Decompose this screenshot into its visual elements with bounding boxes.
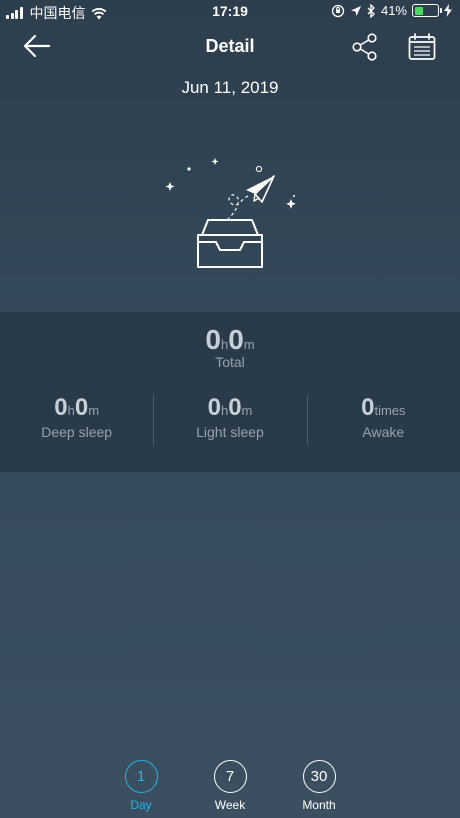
total-label: Total — [215, 354, 245, 370]
status-right: 41% — [331, 3, 452, 18]
light-sleep-label: Light sleep — [196, 424, 264, 440]
calendar-button[interactable] — [407, 32, 441, 64]
awake-unit: times — [374, 403, 406, 418]
orientation-lock-icon — [331, 4, 345, 17]
tab-day-label: Day — [130, 798, 152, 812]
light-sleep-hours: 0 — [207, 394, 221, 421]
deep-sleep-hours-unit: h — [67, 403, 75, 418]
tab-month-label: Month — [302, 798, 336, 812]
deep-sleep-value: 0h0m — [0, 394, 153, 422]
deep-sleep-minutes-unit: m — [88, 403, 100, 418]
light-sleep-stat: 0h0m Light sleep — [153, 394, 306, 450]
tab-week-label: Week — [214, 798, 246, 812]
tab-week[interactable]: 7 Week — [200, 760, 260, 812]
light-sleep-value: 0h0m — [153, 394, 306, 422]
charging-icon — [444, 4, 452, 17]
awake-count: 0 — [361, 394, 375, 421]
nav-bar: Detail — [0, 28, 460, 68]
total-hours: 0 — [205, 324, 221, 355]
deep-sleep-stat: 0h0m Deep sleep — [0, 394, 153, 450]
total-sleep-value: 0h0m — [0, 324, 460, 356]
battery-fill — [414, 6, 423, 15]
deep-sleep-label: Deep sleep — [41, 424, 113, 440]
bluetooth-icon — [367, 3, 375, 18]
battery-icon — [412, 4, 442, 17]
awake-stat: 0times Awake — [306, 394, 460, 450]
location-icon — [350, 5, 361, 16]
deep-sleep-minutes: 0 — [74, 394, 89, 421]
calendar-icon — [408, 33, 436, 60]
tab-day[interactable]: 1 Day — [111, 760, 171, 812]
date-label: Jun 11, 2019 — [181, 78, 279, 97]
status-bar: 中国电信 17:19 41% — [0, 0, 460, 24]
share-icon — [352, 33, 377, 61]
share-button[interactable] — [350, 32, 382, 64]
empty-inbox-illustration — [165, 158, 296, 268]
awake-value: 0times — [307, 394, 460, 422]
total-minutes: 0 — [228, 324, 244, 355]
total-minutes-unit: m — [243, 337, 255, 352]
sleep-stats-row: 0h0m Deep sleep 0h0m Light sleep 0times … — [0, 394, 460, 450]
page-title: Detail — [205, 36, 255, 56]
light-sleep-minutes: 0 — [228, 394, 242, 421]
total-sleep: 0h0m Total — [0, 324, 460, 370]
deep-sleep-hours: 0 — [54, 394, 68, 421]
battery-percent: 41% — [380, 3, 407, 18]
tab-day-number: 1 — [124, 760, 158, 793]
tab-month[interactable]: 30 Month — [289, 760, 349, 812]
sleep-summary-panel: 0h0m Total 0h0m Deep sleep 0h0m Light sl… — [0, 312, 460, 472]
range-tabs: 1 Day 7 Week 30 Month — [0, 760, 460, 816]
tab-month-number: 30 — [302, 760, 336, 793]
awake-label: Awake — [362, 424, 405, 440]
tab-week-number: 7 — [213, 760, 247, 793]
light-sleep-minutes-unit: m — [241, 403, 253, 418]
